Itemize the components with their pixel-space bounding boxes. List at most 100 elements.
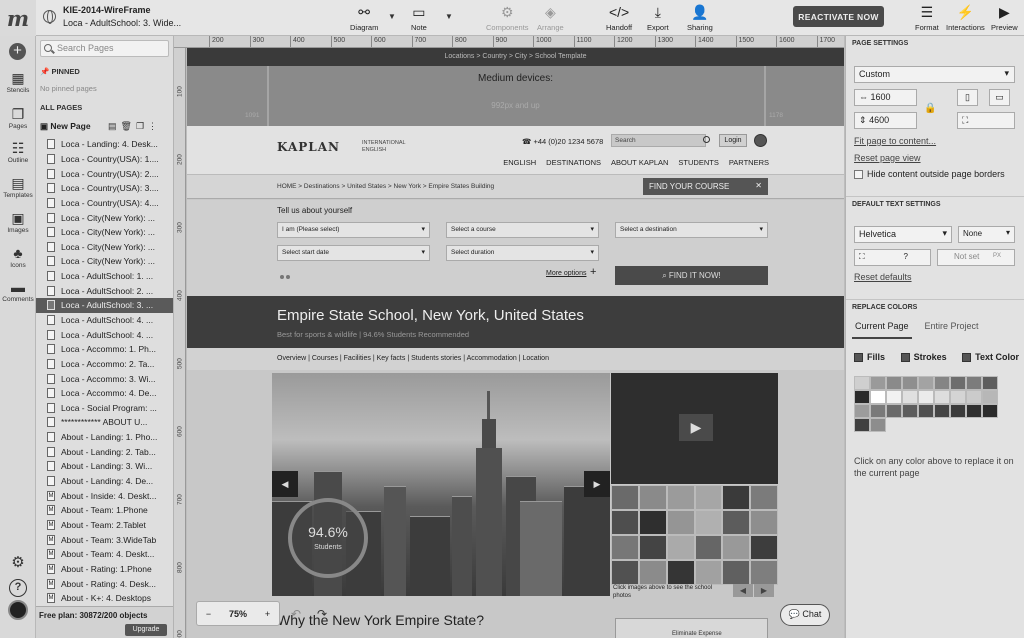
note-button[interactable]: ▭ Note (411, 3, 427, 32)
wf-thumbnail[interactable] (667, 486, 694, 509)
page-list-item[interactable]: ************ ABOUT U... (36, 415, 173, 430)
hide-outside-checkbox[interactable]: Hide content outside page borders (854, 169, 1005, 179)
note-dropdown-chevron-icon[interactable]: ▼ (445, 12, 453, 21)
page-list-item[interactable]: Loca - Landing: 4. Desk... (36, 137, 173, 152)
wf-thumbnail[interactable] (695, 561, 722, 584)
wf-thumbnail[interactable] (751, 561, 777, 584)
strokes-checkbox[interactable]: Strokes (900, 352, 947, 362)
palette-swatch[interactable] (918, 390, 934, 404)
wf-thumbnail[interactable] (723, 536, 750, 559)
wf-nav-item[interactable]: ENGLISH (503, 158, 536, 167)
wf-login-button[interactable]: Login (719, 134, 747, 147)
page-list-item[interactable]: M About - Team: 3.WideTab (36, 532, 173, 547)
redo-icon[interactable]: ↷ (317, 607, 327, 621)
palette-swatch[interactable] (902, 376, 918, 390)
page-list-item[interactable]: Loca - City(New York): ... (36, 254, 173, 269)
wf-thumbnail[interactable] (723, 561, 750, 584)
components-button[interactable]: ⚙ Components (486, 3, 529, 32)
interactions-button[interactable]: ⚡ Interactions (946, 3, 985, 32)
format-button[interactable]: ☰ Format (915, 3, 939, 32)
page-list-item[interactable]: Loca - City(New York): ... (36, 210, 173, 225)
preview-button[interactable]: ▶ Preview (991, 3, 1018, 32)
wf-find-course-button[interactable]: FIND YOUR COURSE ✕ (643, 178, 768, 195)
canvas[interactable]: Locations > Country > City > School Temp… (187, 48, 844, 638)
palette-swatch[interactable] (870, 418, 886, 432)
palette-swatch[interactable] (918, 404, 934, 418)
upgrade-button[interactable]: Upgrade (125, 624, 167, 636)
wf-thumbnail[interactable] (612, 486, 638, 509)
fill-color-picker[interactable]: ⛶ (957, 112, 1015, 129)
font-style-select[interactable]: None (958, 226, 1015, 243)
rail-outline[interactable]: ☷ Outline (0, 140, 36, 164)
page-list-item[interactable]: Loca - Accommo: 4. De... (36, 386, 173, 401)
text-color-checkbox[interactable]: Text Color (962, 352, 1019, 362)
checkbox[interactable] (854, 169, 863, 179)
chevron-left-icon[interactable]: ◀ (733, 584, 753, 597)
wf-thumbnail[interactable] (667, 536, 694, 559)
palette-swatch[interactable] (950, 404, 966, 418)
page-list-item[interactable]: Loca - City(New York): ... (36, 225, 173, 240)
sharing-button[interactable]: 👤 Sharing (687, 3, 713, 32)
palette-swatch[interactable] (982, 376, 998, 390)
palette-swatch[interactable] (854, 418, 870, 432)
avatar[interactable] (8, 600, 28, 620)
arrange-button[interactable]: ◈ Arrange (537, 3, 564, 32)
palette-swatch[interactable] (934, 404, 950, 418)
wf-video[interactable]: ▶ (611, 373, 778, 484)
chevron-left-icon[interactable]: ◀ (272, 471, 298, 497)
page-list-item[interactable]: Loca - Accommo: 2. Ta... (36, 357, 173, 372)
wf-breakpoint-banner[interactable]: Medium devices: 992px and up 1091 1178 (187, 66, 844, 126)
tab-entire-project[interactable]: Entire Project (922, 319, 982, 339)
page-list-item[interactable]: Loca - Country(USA): 1.... (36, 152, 173, 167)
palette-swatch[interactable] (902, 390, 918, 404)
page-width-input[interactable]: ⇔ 1600 (854, 89, 917, 106)
new-folder-icon[interactable]: ▤ (108, 121, 121, 131)
lock-icon[interactable]: 🔒 (924, 103, 936, 114)
wf-thumbnail[interactable] (612, 536, 638, 559)
rail-images[interactable]: ▣ Images (0, 210, 36, 234)
page-list-item[interactable]: About - Landing: 3. Wi... (36, 459, 173, 474)
font-family-select[interactable]: Helvetica (854, 226, 952, 243)
add-icon[interactable]: + (9, 43, 26, 60)
diagram-button[interactable]: ⚯ Diagram (350, 3, 378, 32)
wf-select-iam[interactable]: I am (Please select) (277, 222, 430, 238)
help-icon[interactable]: ? (9, 579, 27, 597)
wf-thumbnail-grid[interactable] (611, 485, 778, 585)
wf-more-options-link[interactable]: More options (546, 270, 586, 277)
chevron-right-icon[interactable]: ▶ (754, 584, 774, 597)
page-list-item[interactable]: M About - Rating: 1.Phone (36, 562, 173, 577)
palette-swatch[interactable] (870, 390, 886, 404)
palette-swatch[interactable] (870, 404, 886, 418)
palette-swatch[interactable] (886, 404, 902, 418)
page-list-item[interactable]: M About - Team: 2.Tablet (36, 518, 173, 533)
wf-thumbnail[interactable] (751, 536, 777, 559)
wf-thumbnail[interactable] (695, 536, 722, 559)
page-list-item[interactable]: About - Landing: 2. Tab... (36, 444, 173, 459)
wf-thumbnail[interactable] (667, 511, 694, 534)
wf-subnav-links[interactable]: Overview | Courses | Facilities | Key fa… (277, 355, 549, 362)
undo-icon[interactable]: ↶ (291, 607, 301, 621)
plus-icon[interactable]: + (590, 266, 596, 278)
palette-swatch[interactable] (966, 404, 982, 418)
wf-thumbnail[interactable] (639, 561, 666, 584)
wf-nav-item[interactable]: ABOUT KAPLAN (611, 158, 668, 167)
palette-swatch[interactable] (918, 376, 934, 390)
wf-nav-item[interactable]: DESTINATIONS (546, 158, 601, 167)
duplicate-icon[interactable]: ❐ (136, 121, 148, 131)
palette-swatch[interactable] (950, 390, 966, 404)
wf-thumbnail[interactable] (695, 486, 722, 509)
wf-nav-item[interactable]: PARTNERS (729, 158, 769, 167)
wf-thumbnail[interactable] (639, 486, 666, 509)
page-list-item[interactable]: About - Landing: 1. Pho... (36, 430, 173, 445)
reset-page-view-link[interactable]: Reset page view (854, 153, 921, 163)
page-list-item[interactable]: M About - Inside: 4. Deskt... (36, 488, 173, 503)
page-list-item[interactable]: Loca - AdultSchool: 4. ... (36, 313, 173, 328)
wf-thumbnail[interactable] (612, 561, 638, 584)
page-list-item[interactable]: M About - Rating: 4. Desk... (36, 576, 173, 591)
palette-swatch[interactable] (854, 390, 870, 404)
page-list-item[interactable]: M About - K+: 4. Desktops (36, 591, 173, 606)
close-icon[interactable]: ✕ (755, 181, 762, 190)
page-list-item[interactable]: M About - Team: 4. Deskt... (36, 547, 173, 562)
palette-swatch[interactable] (982, 404, 998, 418)
page-list-item[interactable]: About - Landing: 4. De... (36, 474, 173, 489)
